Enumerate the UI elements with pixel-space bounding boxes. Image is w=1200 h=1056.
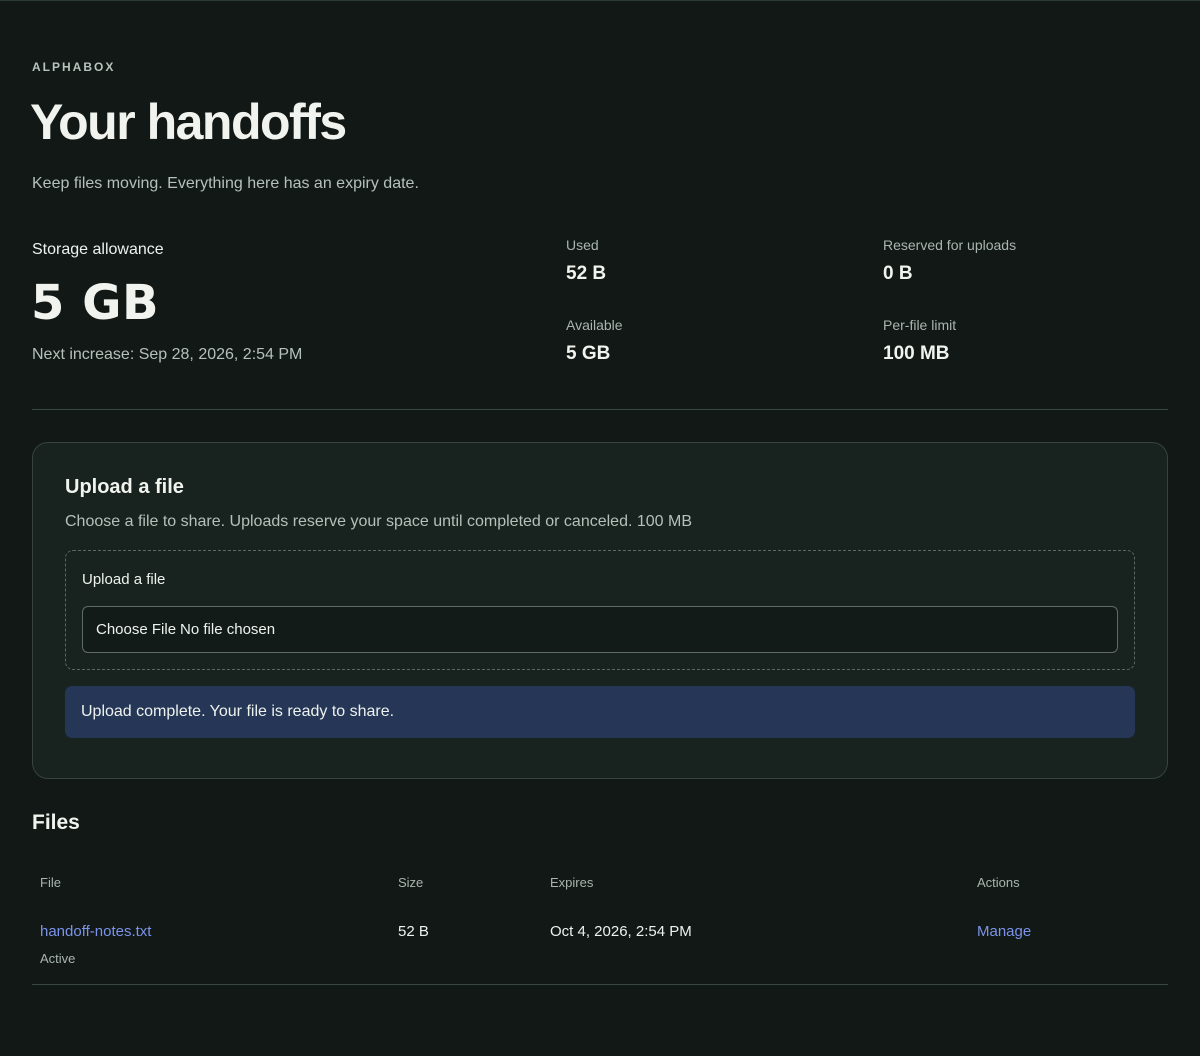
upload-card: Upload a file Choose a file to share. Up…	[32, 442, 1168, 779]
page-subtitle: Keep files moving. Everything here has a…	[32, 175, 419, 192]
column-header-expires: Expires	[550, 875, 594, 890]
stat-per-file-limit-label: Per-file limit	[883, 317, 957, 333]
stat-used: Used 52 B	[566, 237, 606, 285]
column-header-actions: Actions	[977, 875, 1020, 890]
stat-available-value: 5 GB	[566, 343, 611, 364]
column-header-size: Size	[398, 875, 424, 890]
column-header-file: File	[40, 875, 61, 890]
stat-per-file-limit-value: 100 MB	[883, 343, 950, 364]
stat-available-label: Available	[566, 317, 623, 333]
table-bottom-divider	[32, 984, 1168, 985]
stat-per-file-limit: Per-file limit 100 MB	[883, 317, 956, 365]
file-size: 52 B	[398, 923, 429, 940]
upload-field-label: Upload a file	[82, 571, 166, 588]
manage-link[interactable]: Manage	[977, 923, 1031, 940]
file-name-link[interactable]: handoff-notes.txt	[40, 923, 151, 940]
storage-allowance-label: Storage allowance	[32, 241, 164, 258]
next-increase-text: Next increase: Sep 28, 2026, 2:54 PM	[32, 346, 303, 363]
upload-card-description: Choose a file to share. Uploads reserve …	[65, 513, 693, 530]
brand-name: ALPHABOX	[32, 60, 116, 74]
upload-card-title: Upload a file	[65, 476, 184, 498]
section-divider	[32, 409, 1168, 410]
stat-available: Available 5 GB	[566, 317, 623, 365]
stat-reserved: Reserved for uploads 0 B	[883, 237, 1016, 285]
upload-dropzone[interactable]: Upload a file Choose File No file chosen	[65, 550, 1135, 670]
storage-allowance-value: 5 GB	[31, 275, 160, 331]
file-input[interactable]: Choose File No file chosen	[82, 606, 1118, 653]
stat-used-label: Used	[566, 237, 599, 253]
stat-used-value: 52 B	[566, 263, 607, 284]
stat-reserved-value: 0 B	[883, 263, 913, 284]
choose-file-button[interactable]: Choose File	[96, 621, 176, 638]
upload-success-alert: Upload complete. Your file is ready to s…	[65, 686, 1135, 738]
file-expires: Oct 4, 2026, 2:54 PM	[550, 923, 692, 940]
files-heading: Files	[32, 811, 80, 834]
stat-reserved-label: Reserved for uploads	[883, 237, 1017, 253]
no-file-chosen-text: No file chosen	[180, 621, 276, 638]
file-status: Active	[40, 951, 76, 966]
page-title: Your handoffs	[30, 94, 347, 150]
